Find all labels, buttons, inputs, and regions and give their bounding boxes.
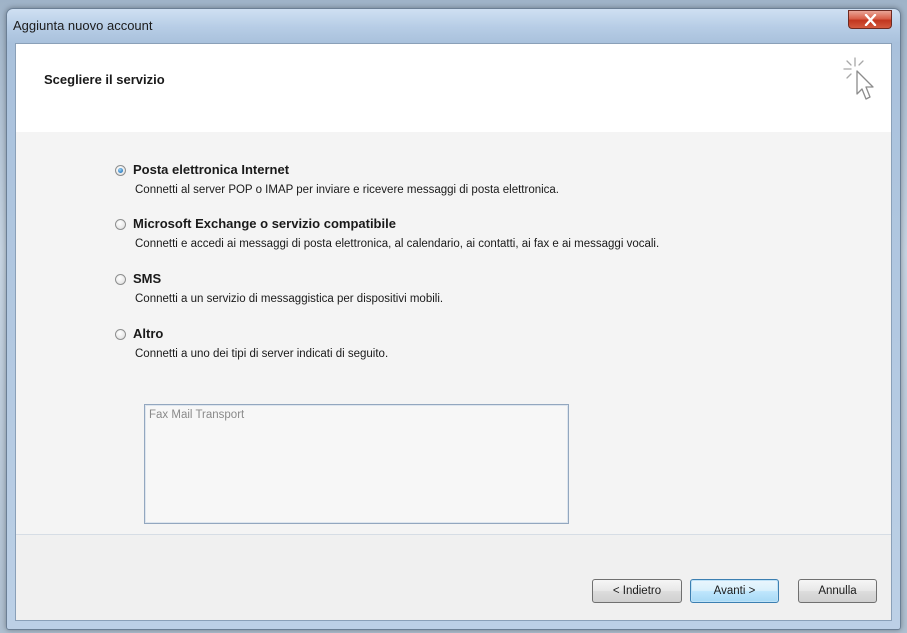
option-label[interactable]: SMS <box>133 271 161 286</box>
radio-sms[interactable] <box>115 274 126 285</box>
cursor-sparkle-icon <box>843 57 874 100</box>
option-label[interactable]: Altro <box>133 326 163 341</box>
radio-internet-email[interactable] <box>115 165 126 176</box>
radio-exchange[interactable] <box>115 219 126 230</box>
option-description: Connetti e accedi ai messaggi di posta e… <box>135 238 660 250</box>
page-title: Scegliere il servizio <box>44 72 165 87</box>
add-account-dialog: Aggiunta nuovo account Scegliere il serv… <box>6 8 901 630</box>
option-description: Connetti a un servizio di messaggistica … <box>135 293 444 305</box>
button-bar: < Indietro Avanti > Annulla <box>16 534 891 620</box>
dialog-content: Scegliere il servizio Posta elettronica <box>15 43 892 621</box>
next-button[interactable]: Avanti > <box>690 579 779 603</box>
back-button[interactable]: < Indietro <box>592 579 682 603</box>
option-label[interactable]: Microsoft Exchange o servizio compatibil… <box>133 216 396 231</box>
title-bar[interactable]: Aggiunta nuovo account <box>7 9 900 43</box>
server-type-list[interactable]: Fax Mail Transport <box>144 404 569 524</box>
desktop-background: Aggiunta nuovo account Scegliere il serv… <box>0 0 907 633</box>
cancel-button[interactable]: Annulla <box>798 579 877 603</box>
option-description: Connetti a uno dei tipi di server indica… <box>135 348 389 360</box>
window-title: Aggiunta nuovo account <box>13 18 153 33</box>
radio-other[interactable] <box>115 329 126 340</box>
option-label[interactable]: Posta elettronica Internet <box>133 162 289 177</box>
close-button[interactable] <box>848 10 892 29</box>
options-area: Posta elettronica Internet Connetti al s… <box>16 132 891 534</box>
list-item[interactable]: Fax Mail Transport <box>149 409 244 421</box>
close-icon <box>864 14 877 26</box>
dialog-header: Scegliere il servizio <box>16 44 891 133</box>
option-description: Connetti al server POP o IMAP per inviar… <box>135 184 560 196</box>
